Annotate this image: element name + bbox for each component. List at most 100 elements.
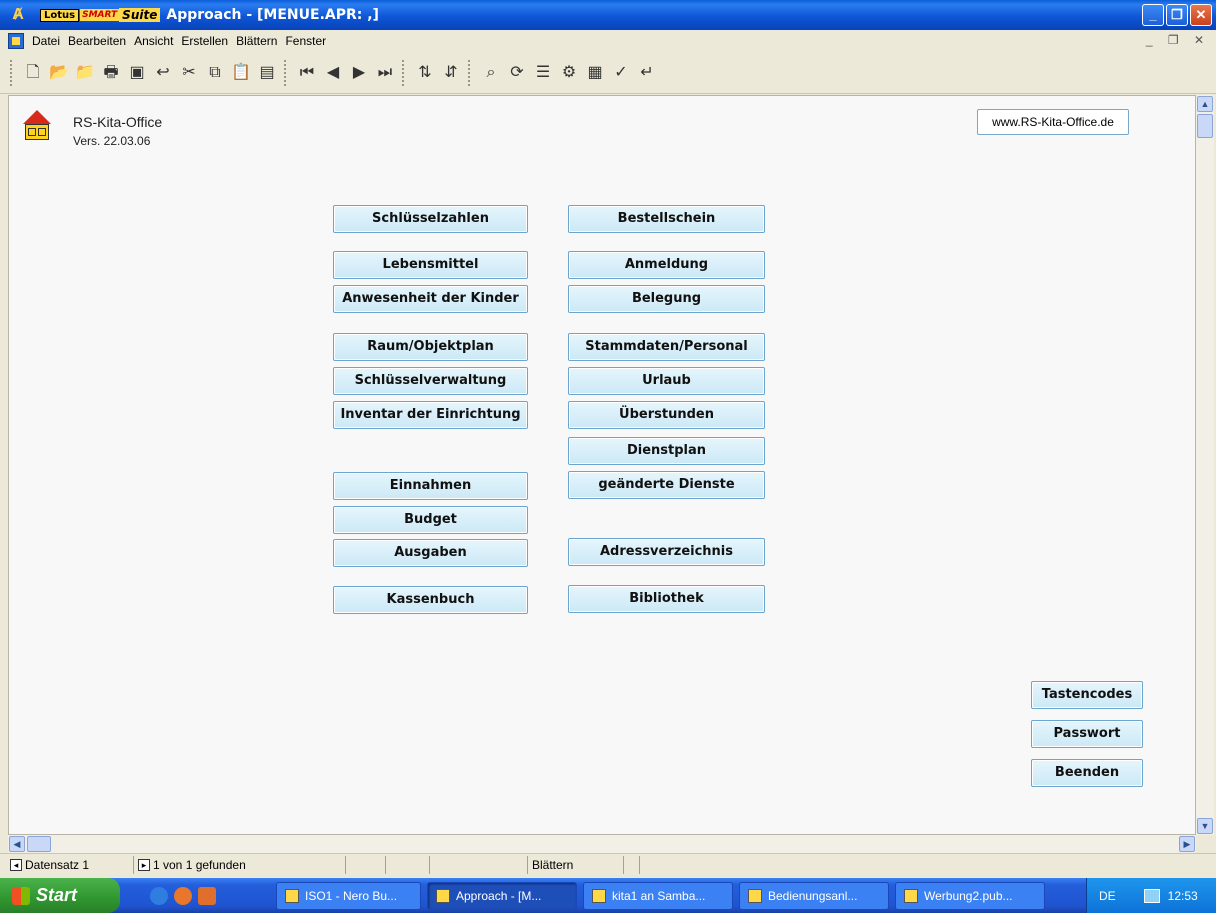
- task-kita1[interactable]: kita1 an Samba...: [583, 881, 733, 910]
- website-link[interactable]: www.RS-Kita-Office.de: [977, 109, 1129, 135]
- vertical-scroll-thumb[interactable]: [1197, 114, 1213, 138]
- record-nav-icon: ◂: [10, 858, 22, 871]
- status-cell-empty: [346, 855, 386, 874]
- record-status[interactable]: ◂ Datensatz 1: [6, 855, 134, 874]
- ie-icon[interactable]: [150, 886, 168, 905]
- publisher-icon: [904, 888, 918, 903]
- beenden-button[interactable]: Beenden: [1031, 759, 1143, 787]
- spell-check-icon[interactable]: ✓: [610, 61, 632, 85]
- status-cell-empty: [624, 855, 640, 874]
- firefox-icon[interactable]: [174, 886, 192, 905]
- new-file-icon[interactable]: 🗋: [22, 61, 44, 85]
- budget-button[interactable]: Budget: [333, 506, 528, 534]
- show-all-icon[interactable]: ☰: [532, 61, 554, 85]
- urlaub-button[interactable]: Urlaub: [568, 367, 765, 395]
- task-approach[interactable]: Approach - [M...: [427, 881, 577, 910]
- record-label: Datensatz 1: [25, 857, 90, 872]
- lotus-logo-text: Lotus: [40, 8, 80, 22]
- scroll-left-icon[interactable]: ◀: [9, 836, 25, 852]
- scroll-down-icon[interactable]: ▼: [1197, 818, 1213, 834]
- document-window-controls[interactable]: _ ❐ ✕: [1146, 33, 1210, 47]
- sort-ascending-icon[interactable]: ⇅: [414, 61, 436, 85]
- task-bedienungsanleitung[interactable]: Bedienungsanl...: [739, 881, 889, 910]
- smart-logo-text: SMART: [80, 9, 120, 21]
- open-icon[interactable]: 📁: [74, 61, 96, 85]
- copy-icon[interactable]: ⧉: [204, 61, 226, 85]
- menu-datei[interactable]: Datei: [28, 34, 64, 48]
- task-nero[interactable]: ISO1 - Nero Bu...: [276, 881, 421, 910]
- horizontal-scrollbar[interactable]: ◀ ▶: [8, 835, 1196, 853]
- windows-taskbar: Start ISO1 - Nero Bu... Approach - [M...…: [0, 878, 1216, 913]
- approach-app-icon[interactable]: Ⱥ: [8, 5, 28, 25]
- enter-icon[interactable]: ↵: [636, 61, 658, 85]
- open-folder-icon[interactable]: 📂: [48, 61, 70, 85]
- next-record-icon[interactable]: ▶: [348, 61, 370, 85]
- kassenbuch-button[interactable]: Kassenbuch: [333, 586, 528, 614]
- start-button[interactable]: Start: [0, 878, 120, 913]
- geaenderte-dienste-button[interactable]: geänderte Dienste: [568, 471, 765, 499]
- schluesselverwaltung-button[interactable]: Schlüsselverwaltung: [333, 367, 528, 395]
- print-icon[interactable]: 🖶: [100, 61, 122, 85]
- vertical-scrollbar[interactable]: ▲ ▼: [1196, 95, 1214, 835]
- raumplan-button[interactable]: Raum/Objektplan: [333, 333, 528, 361]
- first-record-icon[interactable]: ⏮: [296, 61, 318, 85]
- lebensmittel-button[interactable]: Lebensmittel: [333, 251, 528, 279]
- image-icon[interactable]: ▦: [584, 61, 606, 85]
- language-indicator[interactable]: DE: [1099, 889, 1116, 903]
- task-werbung[interactable]: Werbung2.pub...: [895, 881, 1045, 910]
- anmeldung-button[interactable]: Anmeldung: [568, 251, 765, 279]
- einnahmen-button[interactable]: Einnahmen: [333, 472, 528, 500]
- bestellschein-button[interactable]: Bestellschein: [568, 205, 765, 233]
- stammdaten-button[interactable]: Stammdaten/Personal: [568, 333, 765, 361]
- inventar-button[interactable]: Inventar der Einrichtung: [333, 401, 528, 429]
- app-version: Vers. 22.03.06: [73, 134, 151, 148]
- tastencodes-button[interactable]: Tastencodes: [1031, 681, 1143, 709]
- belegung-button[interactable]: Belegung: [568, 285, 765, 313]
- sort-descending-icon[interactable]: ⇵: [440, 61, 462, 85]
- preview-icon[interactable]: ▣: [126, 61, 148, 85]
- dienstplan-button[interactable]: Dienstplan: [568, 437, 765, 465]
- document-icon[interactable]: [8, 33, 24, 49]
- quick-launch: [150, 886, 216, 905]
- found-label: 1 von 1 gefunden: [153, 857, 246, 872]
- adressverzeichnis-button[interactable]: Adressverzeichnis: [568, 538, 765, 566]
- mode-status[interactable]: Blättern: [528, 855, 624, 874]
- paste-icon[interactable]: 📋: [230, 61, 252, 85]
- restore-button[interactable]: ❐: [1166, 4, 1188, 26]
- close-button[interactable]: ✕: [1190, 4, 1212, 26]
- menu-ansicht[interactable]: Ansicht: [130, 34, 177, 48]
- toolbar-grip: [10, 59, 16, 86]
- menu-blaettern[interactable]: Blättern: [232, 34, 281, 48]
- passwort-button[interactable]: Passwort: [1031, 720, 1143, 748]
- horizontal-scroll-thumb[interactable]: [27, 836, 51, 852]
- scroll-right-icon[interactable]: ▶: [1179, 836, 1195, 852]
- found-set-icon: ▸: [138, 858, 150, 871]
- toolbar: 🗋 📂 📁 🖶 ▣ ↩ ✂ ⧉ 📋 ▤ ⏮ ◀ ▶ ⏭ ⇅ ⇵ ⌕ ⟳ ☰ ⚙ …: [0, 52, 1216, 94]
- macro-icon[interactable]: ⚙: [558, 61, 580, 85]
- undo-icon[interactable]: ↩: [152, 61, 174, 85]
- found-status[interactable]: ▸ 1 von 1 gefunden: [134, 855, 346, 874]
- menu-bearbeiten[interactable]: Bearbeiten: [64, 34, 130, 48]
- bibliothek-button[interactable]: Bibliothek: [568, 585, 765, 613]
- network-icon[interactable]: [1143, 888, 1160, 903]
- app-name: RS-Kita-Office: [73, 114, 163, 130]
- smartsuite-logo: Lotus SMART Suite: [40, 8, 161, 22]
- last-record-icon[interactable]: ⏭: [374, 61, 396, 85]
- form-icon[interactable]: ▤: [256, 61, 278, 85]
- find-icon[interactable]: ⌕: [480, 61, 502, 85]
- previous-record-icon[interactable]: ◀: [322, 61, 344, 85]
- find-again-icon[interactable]: ⟳: [506, 61, 528, 85]
- schluesselzahlen-button[interactable]: Schlüsselzahlen: [333, 205, 528, 233]
- menu-erstellen[interactable]: Erstellen: [177, 34, 232, 48]
- minimize-button[interactable]: _: [1142, 4, 1164, 26]
- cut-icon[interactable]: ✂: [178, 61, 200, 85]
- launcher-icon[interactable]: [198, 886, 216, 905]
- menu-fenster[interactable]: Fenster: [281, 34, 330, 48]
- toolbar-separator: [468, 59, 474, 86]
- scroll-up-icon[interactable]: ▲: [1197, 96, 1213, 112]
- ueberstunden-button[interactable]: Überstunden: [568, 401, 765, 429]
- ausgaben-button[interactable]: Ausgaben: [333, 539, 528, 567]
- clock[interactable]: 12:53: [1168, 889, 1198, 903]
- anwesenheit-button[interactable]: Anwesenheit der Kinder: [333, 285, 528, 313]
- folder-icon: [592, 888, 606, 903]
